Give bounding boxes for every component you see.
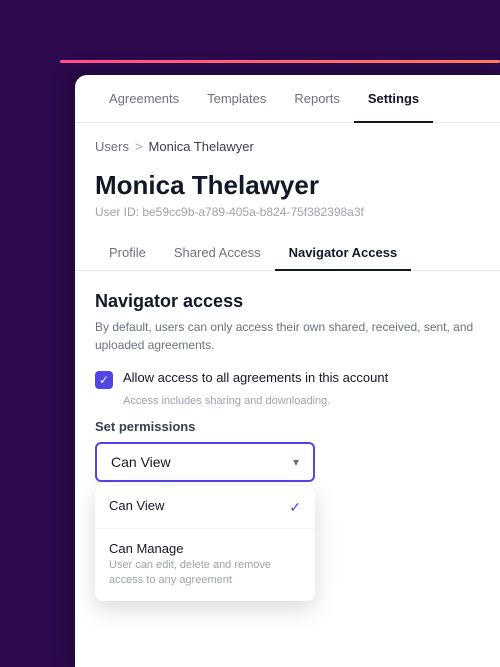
- allow-access-checkbox[interactable]: ✓: [95, 371, 113, 389]
- set-permissions-label: Set permissions: [95, 419, 480, 434]
- sub-tab-profile[interactable]: Profile: [95, 235, 160, 270]
- navigator-access-content: Navigator access By default, users can o…: [75, 271, 500, 502]
- can-view-check-icon: ✓: [289, 499, 301, 516]
- sub-tab-navigator-access[interactable]: Navigator Access: [275, 235, 412, 270]
- breadcrumb: Users > Monica Thelawyer: [75, 123, 500, 162]
- allow-access-label: Allow access to all agreements in this a…: [123, 370, 388, 385]
- sub-tabs: Profile Shared Access Navigator Access: [75, 235, 500, 271]
- access-sublabel: Access includes sharing and downloading.: [123, 395, 480, 407]
- section-title: Navigator access: [95, 291, 480, 312]
- checkmark-icon: ✓: [99, 373, 109, 387]
- dropdown-option-can-view[interactable]: Can View ✓: [95, 486, 315, 528]
- permissions-dropdown-container: Can View ▾ Can View ✓ Can Manage User ca…: [95, 442, 480, 482]
- breadcrumb-parent[interactable]: Users: [95, 139, 129, 154]
- tab-reports[interactable]: Reports: [280, 75, 354, 122]
- tab-templates[interactable]: Templates: [193, 75, 280, 122]
- tab-settings[interactable]: Settings: [354, 75, 433, 122]
- allow-access-row: ✓ Allow access to all agreements in this…: [95, 370, 480, 389]
- sub-tab-shared-access[interactable]: Shared Access: [160, 235, 275, 270]
- permissions-dropdown[interactable]: Can View ▾: [95, 442, 315, 482]
- can-manage-label: Can Manage: [109, 541, 301, 556]
- tab-agreements[interactable]: Agreements: [95, 75, 193, 122]
- user-id: User ID: be59cc9b-a789-405a-b824-75f3823…: [95, 205, 480, 219]
- accent-line: [60, 60, 500, 63]
- dropdown-arrow-icon: ▾: [293, 455, 299, 469]
- nav-tabs: Agreements Templates Reports Settings: [75, 75, 500, 123]
- dropdown-menu: Can View ✓ Can Manage User can edit, del…: [95, 486, 315, 601]
- dropdown-option-can-manage[interactable]: Can Manage User can edit, delete and rem…: [95, 529, 315, 601]
- dropdown-selected-value: Can View: [111, 454, 171, 470]
- main-card: Agreements Templates Reports Settings Us…: [75, 75, 500, 667]
- user-name: Monica Thelawyer: [95, 170, 480, 201]
- section-desc: By default, users can only access their …: [95, 318, 480, 354]
- can-manage-desc: User can edit, delete and remove access …: [109, 558, 301, 589]
- breadcrumb-current: Monica Thelawyer: [149, 139, 254, 154]
- user-header: Monica Thelawyer User ID: be59cc9b-a789-…: [75, 162, 500, 235]
- can-view-label: Can View: [109, 498, 164, 513]
- breadcrumb-separator: >: [135, 139, 143, 154]
